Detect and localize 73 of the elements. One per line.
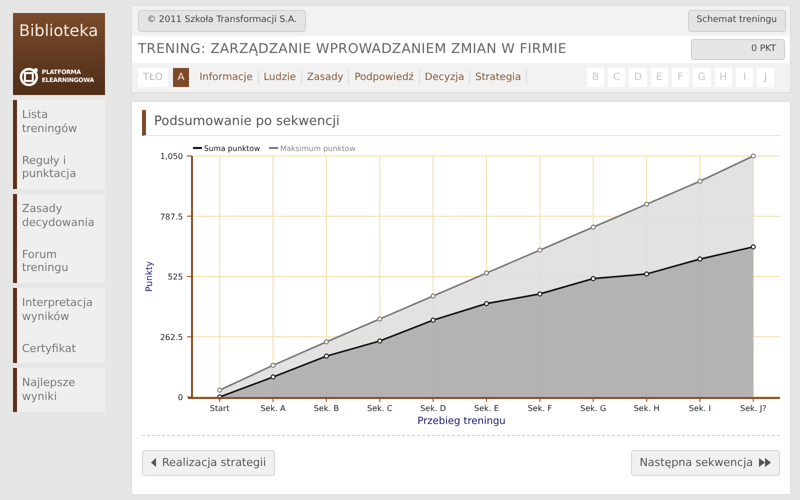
left-arrow-icon — [151, 458, 156, 468]
x-tick-label: Start — [210, 404, 230, 412]
sequence-letter: I — [736, 68, 754, 87]
section-tab[interactable]: Decyzja — [420, 70, 470, 85]
sidebar-link[interactable]: Reguły i punktacja — [22, 154, 102, 181]
sequence-letter: C — [608, 68, 626, 87]
section-tab[interactable]: Podpowiedź — [349, 70, 420, 85]
y-tick-label: 262.5 — [160, 332, 183, 342]
sequence-letter: J — [757, 68, 774, 87]
data-point — [217, 387, 222, 392]
y-tick-label: 0 — [178, 392, 183, 402]
section-tab[interactable]: Zasady — [302, 70, 350, 85]
x-tick-label: Sek. E — [474, 404, 499, 412]
x-tick-label: Sek. C — [367, 404, 392, 412]
previous-button[interactable]: Realizacja strategii — [142, 450, 276, 476]
library-title: Biblioteka — [19, 20, 99, 42]
data-point — [697, 256, 702, 262]
x-tick-label: Sek. F — [528, 404, 552, 412]
panel-heading: Podsumowanie po sekwencji — [142, 110, 780, 136]
data-point — [537, 290, 542, 296]
data-point — [270, 374, 276, 380]
data-point — [377, 338, 382, 343]
copyright-label: © 2011 Szkoła Transformacji S.A. — [138, 10, 306, 32]
sidebar-link[interactable]: Forum treningu — [22, 248, 102, 275]
x-tick-label: Sek. H — [634, 404, 660, 412]
data-point — [324, 338, 329, 344]
data-point — [590, 276, 596, 281]
data-point — [430, 317, 436, 322]
section-tab[interactable]: A — [172, 68, 190, 87]
sequence-letter: B — [587, 68, 604, 87]
sequence-letter: D — [629, 68, 647, 87]
data-point — [324, 353, 329, 358]
y-tick-label: 525 — [168, 272, 183, 281]
data-point — [537, 247, 542, 252]
section-tab[interactable]: Strategia — [470, 70, 528, 85]
data-point — [484, 300, 489, 306]
y-axis-title: Punkty — [145, 260, 155, 292]
sequence-letter: E — [650, 68, 668, 87]
sidebar-link[interactable]: Certyfikat — [22, 342, 102, 356]
data-point — [697, 178, 702, 184]
section-tab[interactable]: Ludzie — [258, 70, 302, 85]
data-point — [750, 244, 756, 249]
x-axis-title: Przebieg treningu — [417, 416, 506, 426]
y-tick-label: 787.5 — [160, 212, 183, 221]
data-point — [644, 270, 650, 276]
sidebar-link[interactable]: Najlepsze wyniki — [22, 376, 102, 404]
sidebar-link[interactable]: Lista treningów — [22, 108, 102, 136]
x-tick-label: Sek. G — [580, 404, 606, 412]
data-point — [590, 224, 596, 230]
x-tick-label: Sek. I — [688, 404, 711, 412]
sequence-letter: G — [692, 68, 711, 87]
sequence-letter: F — [672, 68, 689, 87]
x-tick-label: Sek. B — [314, 404, 340, 412]
sidebar-link[interactable]: Interpretacja wyników — [22, 296, 102, 324]
training-title: TRENING: ZARZĄDZANIE WPROWADZANIEM ZMIAN W FIRMIE — [138, 40, 567, 60]
sequence-letter: H — [714, 68, 732, 87]
sidebar-link[interactable]: Zasady decydowania — [22, 202, 102, 230]
scheme-button[interactable]: Schemat treningu — [688, 10, 786, 32]
data-point — [750, 153, 756, 158]
next-button[interactable]: Następna sekwencja — [630, 450, 780, 476]
data-point — [484, 270, 489, 276]
points-counter: 0 PKT — [691, 38, 785, 60]
x-tick-label: Sek. A — [260, 404, 286, 412]
x-tick-label: Sek. D — [420, 404, 446, 412]
x-tick-label: Sek. J? — [740, 404, 766, 412]
logo-icon — [19, 67, 39, 87]
data-point — [644, 201, 650, 206]
y-tick-label: 1,050 — [160, 152, 183, 160]
data-point — [270, 362, 276, 368]
section-tab[interactable]: Informacje — [194, 70, 259, 85]
data-point — [430, 293, 436, 298]
double-arrow-icon — [759, 458, 771, 468]
data-point — [377, 316, 382, 321]
